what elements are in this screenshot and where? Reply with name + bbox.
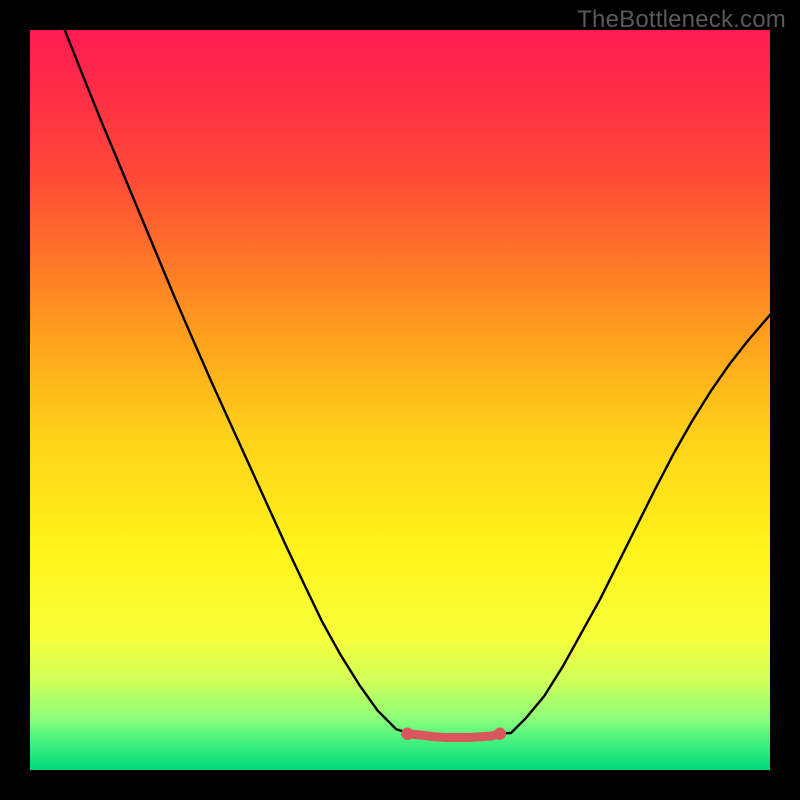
watermark-text: TheBottleneck.com xyxy=(577,6,786,34)
chart-svg xyxy=(30,30,770,770)
gradient-background xyxy=(30,30,770,770)
plot-area xyxy=(30,30,770,770)
chart-frame: TheBottleneck.com xyxy=(0,0,800,800)
